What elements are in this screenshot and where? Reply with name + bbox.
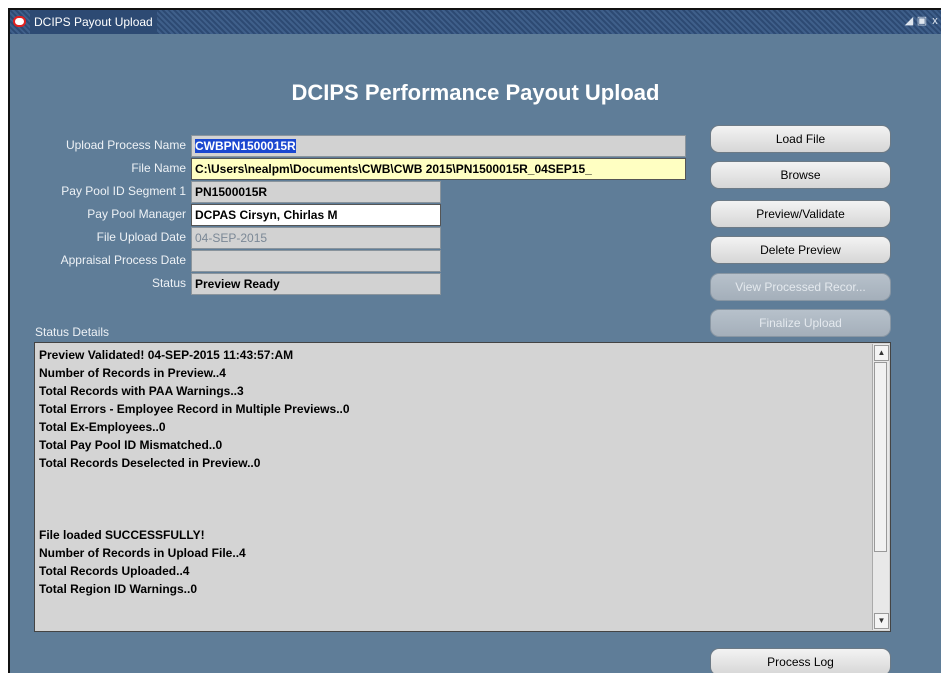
page-title: DCIPS Performance Payout Upload [291,80,660,105]
file-upload-date-label: File Upload Date [96,230,186,244]
view-processed-records-button[interactable]: View Processed Recor... [710,273,891,301]
status-details-label: Status Details [35,325,110,339]
finalize-upload-button[interactable]: Finalize Upload [710,309,891,337]
file-name-field[interactable]: C:\Users\nealpm\Documents\CWB\CWB 2015\P… [191,158,686,180]
status-line: Total Ex-Employees..0 [39,420,166,434]
status-line [39,508,869,526]
file-upload-date-field[interactable]: 04-SEP-2015 [191,227,441,249]
pay-pool-manager-field[interactable]: DCPAS Cirsyn, Chirlas M [191,204,441,226]
status-line: Total Records Uploaded..4 [39,564,190,578]
status-line: Total Pay Pool ID Mismatched..0 [39,438,223,452]
upload-process-name-value: CWBPN1500015R [195,139,296,153]
pay-pool-id-segment-1-label: Pay Pool ID Segment 1 [61,184,186,198]
status-details-lines: Preview Validated! 04-SEP-2015 11:43:57:… [39,346,869,598]
delete-preview-button[interactable]: Delete Preview [710,236,891,264]
title-bar[interactable]: DCIPS Payout Upload ◢ ▣ x [10,10,941,34]
appraisal-process-date-label: Appraisal Process Date [60,253,186,267]
status-field[interactable]: Preview Ready [191,273,441,295]
status-line: Number of Records in Upload File..4 [39,546,246,560]
status-line: Total Records Deselected in Preview..0 [39,456,261,470]
browse-button[interactable]: Browse [710,161,891,189]
process-log-button[interactable]: Process Log [710,648,891,673]
status-line [39,490,869,508]
appraisal-process-date-field[interactable] [191,250,441,272]
minimize-icon[interactable]: ◢ [903,14,915,28]
vertical-scrollbar[interactable]: ▲ ▼ [872,344,889,630]
pay-pool-id-segment-1-field[interactable]: PN1500015R [191,181,441,203]
scrollbar-thumb[interactable] [874,362,887,552]
load-file-button[interactable]: Load File [710,125,891,153]
status-line: Total Records with PAA Warnings..3 [39,384,244,398]
preview-validate-button[interactable]: Preview/Validate [710,200,891,228]
window-title: DCIPS Payout Upload [30,10,157,34]
status-label: Status [151,276,186,290]
status-line: Total Errors - Employee Record in Multip… [39,402,350,416]
scroll-down-icon[interactable]: ▼ [874,613,889,629]
maximize-icon[interactable]: ▣ [916,14,928,28]
status-details-textarea[interactable]: Preview Validated! 04-SEP-2015 11:43:57:… [34,342,891,632]
oracle-logo-icon [13,16,26,27]
status-line: Preview Validated! 04-SEP-2015 11:43:57:… [39,348,294,362]
scroll-up-icon[interactable]: ▲ [874,345,889,361]
upload-process-name-field[interactable]: CWBPN1500015R [191,135,686,157]
status-line: Total Region ID Warnings..0 [39,582,198,596]
pay-pool-manager-label: Pay Pool Manager [87,207,186,221]
dcips-payout-upload-window: DCIPS Payout Upload ◢ ▣ x DCIPS Performa… [10,10,941,673]
status-line [39,472,869,490]
upload-process-name-label: Upload Process Name [65,138,186,152]
status-line: File loaded SUCCESSFULLY! [39,528,205,542]
status-line: Number of Records in Preview..4 [39,366,226,380]
close-icon[interactable]: x [929,14,941,28]
file-name-label: File Name [131,161,186,175]
